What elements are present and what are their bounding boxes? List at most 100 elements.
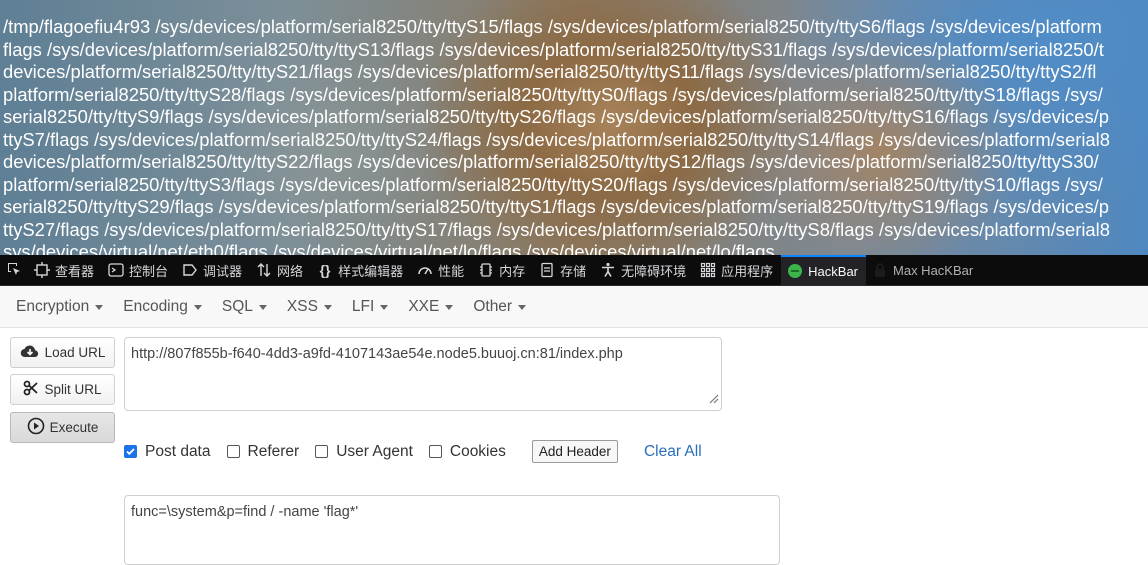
console-icon [108, 262, 124, 278]
memory-icon [478, 262, 494, 278]
element-picker-icon [6, 261, 22, 280]
menu-other[interactable]: Other [463, 298, 536, 316]
post-data-textarea[interactable]: func=\system&p=find / -name 'flag*' [124, 495, 780, 565]
play-circle-icon [27, 417, 45, 438]
output-line: devices/platform/serial8250/tty/ttyS21/f… [3, 61, 1097, 82]
caret-down-icon [518, 305, 527, 310]
network-icon [256, 262, 272, 278]
tab-label: 控制台 [129, 263, 169, 279]
scissors-icon [23, 380, 39, 399]
tab-max-hackbar[interactable]: Max HacKBar [866, 255, 981, 285]
menu-lfi[interactable]: LFI [342, 298, 398, 316]
tab-hackbar[interactable]: HackBar [781, 255, 867, 285]
output-line: platform/serial8250/tty/ttyS28/flags /sy… [3, 83, 1103, 105]
tab-label: 性能 [438, 263, 465, 279]
caret-down-icon [380, 305, 389, 310]
menu-label: SQL [221, 297, 253, 315]
tab-application[interactable]: 应用程序 [694, 255, 781, 285]
max-hackbar-icon [872, 262, 888, 278]
tab-label: 无障碍环境 [621, 263, 687, 279]
post-data-value: func=\system&p=find / -name 'flag*' [131, 504, 359, 520]
tab-style-editor[interactable]: {} 样式编辑器 [311, 255, 411, 285]
menu-label: XXE [408, 297, 440, 315]
caret-down-icon [323, 305, 332, 310]
hackbar-menu: Encryption Encoding SQL XSS LFI XXE Othe… [0, 286, 1148, 328]
tab-storage[interactable]: 存储 [533, 255, 594, 285]
output-line: serial8250/tty/ttyS9/flags /sys/devices/… [3, 106, 1109, 127]
tab-performance[interactable]: 性能 [411, 255, 472, 285]
resize-grip-icon[interactable] [707, 392, 719, 408]
menu-label: XSS [286, 297, 318, 315]
menu-xss[interactable]: XSS [277, 298, 342, 316]
split-url-button[interactable]: Split URL [10, 374, 115, 405]
execute-button[interactable]: Execute [10, 412, 115, 443]
tab-debugger[interactable]: 调试器 [176, 255, 250, 285]
devtools-toolbar: 查看器 控制台 调试器 网络 {} 样式编辑器 性能 内存 存储 无障碍环境 应… [0, 255, 1148, 286]
check-icon [126, 448, 135, 456]
output-line: devices/platform/serial8250/tty/ttyS22/f… [3, 151, 1099, 172]
post-data-checkbox[interactable] [124, 445, 137, 458]
user-agent-label[interactable]: User Agent [336, 443, 413, 461]
cookies-label[interactable]: Cookies [450, 443, 506, 461]
menu-encoding[interactable]: Encoding [113, 298, 212, 316]
tab-label: 网络 [277, 263, 304, 279]
output-line: serial8250/tty/ttyS29/flags /sys/devices… [3, 196, 1109, 217]
tab-memory[interactable]: 内存 [472, 255, 533, 285]
referer-label[interactable]: Referer [248, 443, 300, 461]
hackbar-icon [787, 263, 803, 279]
tab-label: 查看器 [55, 263, 95, 279]
tab-label: 存储 [560, 263, 587, 279]
element-picker-button[interactable] [0, 255, 28, 285]
clear-all-link[interactable]: Clear All [644, 443, 702, 461]
application-icon [700, 262, 716, 278]
page-output: /tmp/flagoefiu4r93 /sys/devices/platform… [0, 0, 1148, 255]
referer-checkbox[interactable] [226, 445, 240, 458]
accessibility-icon [600, 262, 616, 278]
debugger-icon [182, 262, 198, 278]
url-textarea[interactable]: http://807f855b-f640-4dd3-a9fd-4107143ae… [124, 337, 722, 411]
load-url-label: Load URL [44, 345, 106, 360]
cloud-download-icon [20, 343, 40, 362]
caret-down-icon [95, 305, 104, 310]
output-line: sys/devices/virtual/net/eth0/flags /sys/… [3, 241, 775, 255]
tab-label: 内存 [499, 263, 526, 279]
caret-down-icon [258, 305, 267, 310]
menu-label: Other [473, 297, 513, 315]
menu-encryption[interactable]: Encryption [6, 298, 113, 316]
add-header-button[interactable]: Add Header [531, 440, 618, 463]
menu-xxe[interactable]: XXE [398, 298, 463, 316]
output-line: ttyS7/flags /sys/devices/platform/serial… [3, 128, 1110, 150]
split-url-label: Split URL [44, 382, 102, 397]
menu-label: Encryption [16, 297, 90, 315]
performance-icon [417, 262, 433, 278]
caret-down-icon [193, 305, 202, 310]
style-editor-icon: {} [319, 262, 331, 278]
output-lines: /tmp/flagoefiu4r93 /sys/devices/platform… [3, 16, 1110, 255]
tab-label: 样式编辑器 [338, 263, 404, 279]
options-row: Post data Referer User Agent Cookies Add… [124, 440, 702, 463]
post-data-label[interactable]: Post data [145, 443, 211, 461]
output-line: /tmp/flagoefiu4r93 /sys/devices/platform… [3, 16, 1102, 37]
menu-label: Encoding [123, 297, 188, 315]
tab-label: 调试器 [203, 263, 243, 279]
tab-network[interactable]: 网络 [250, 255, 311, 285]
output-line: flags /sys/devices/platform/serial8250/t… [3, 38, 1104, 60]
inspector-icon [34, 262, 50, 278]
execute-label: Execute [49, 420, 99, 435]
cookies-checkbox[interactable] [428, 445, 442, 458]
tab-inspector[interactable]: 查看器 [28, 255, 102, 285]
caret-down-icon [445, 305, 454, 310]
output-line: ttyS27/flags /sys/devices/platform/seria… [3, 218, 1110, 240]
tab-label: 应用程序 [721, 263, 774, 279]
tab-label: Max HacKBar [893, 262, 974, 278]
tab-accessibility[interactable]: 无障碍环境 [594, 255, 694, 285]
menu-sql[interactable]: SQL [212, 298, 277, 316]
url-value: http://807f855b-f640-4dd3-a9fd-4107143ae… [131, 346, 623, 362]
menu-label: LFI [351, 297, 375, 315]
load-url-button[interactable]: Load URL [10, 337, 115, 368]
tab-label: HackBar [808, 263, 859, 279]
tab-console[interactable]: 控制台 [102, 255, 176, 285]
user-agent-checkbox[interactable] [315, 445, 329, 458]
hackbar-panel: Encryption Encoding SQL XSS LFI XXE Othe… [0, 286, 1148, 565]
output-line: platform/serial8250/tty/ttyS3/flags /sys… [3, 173, 1103, 195]
